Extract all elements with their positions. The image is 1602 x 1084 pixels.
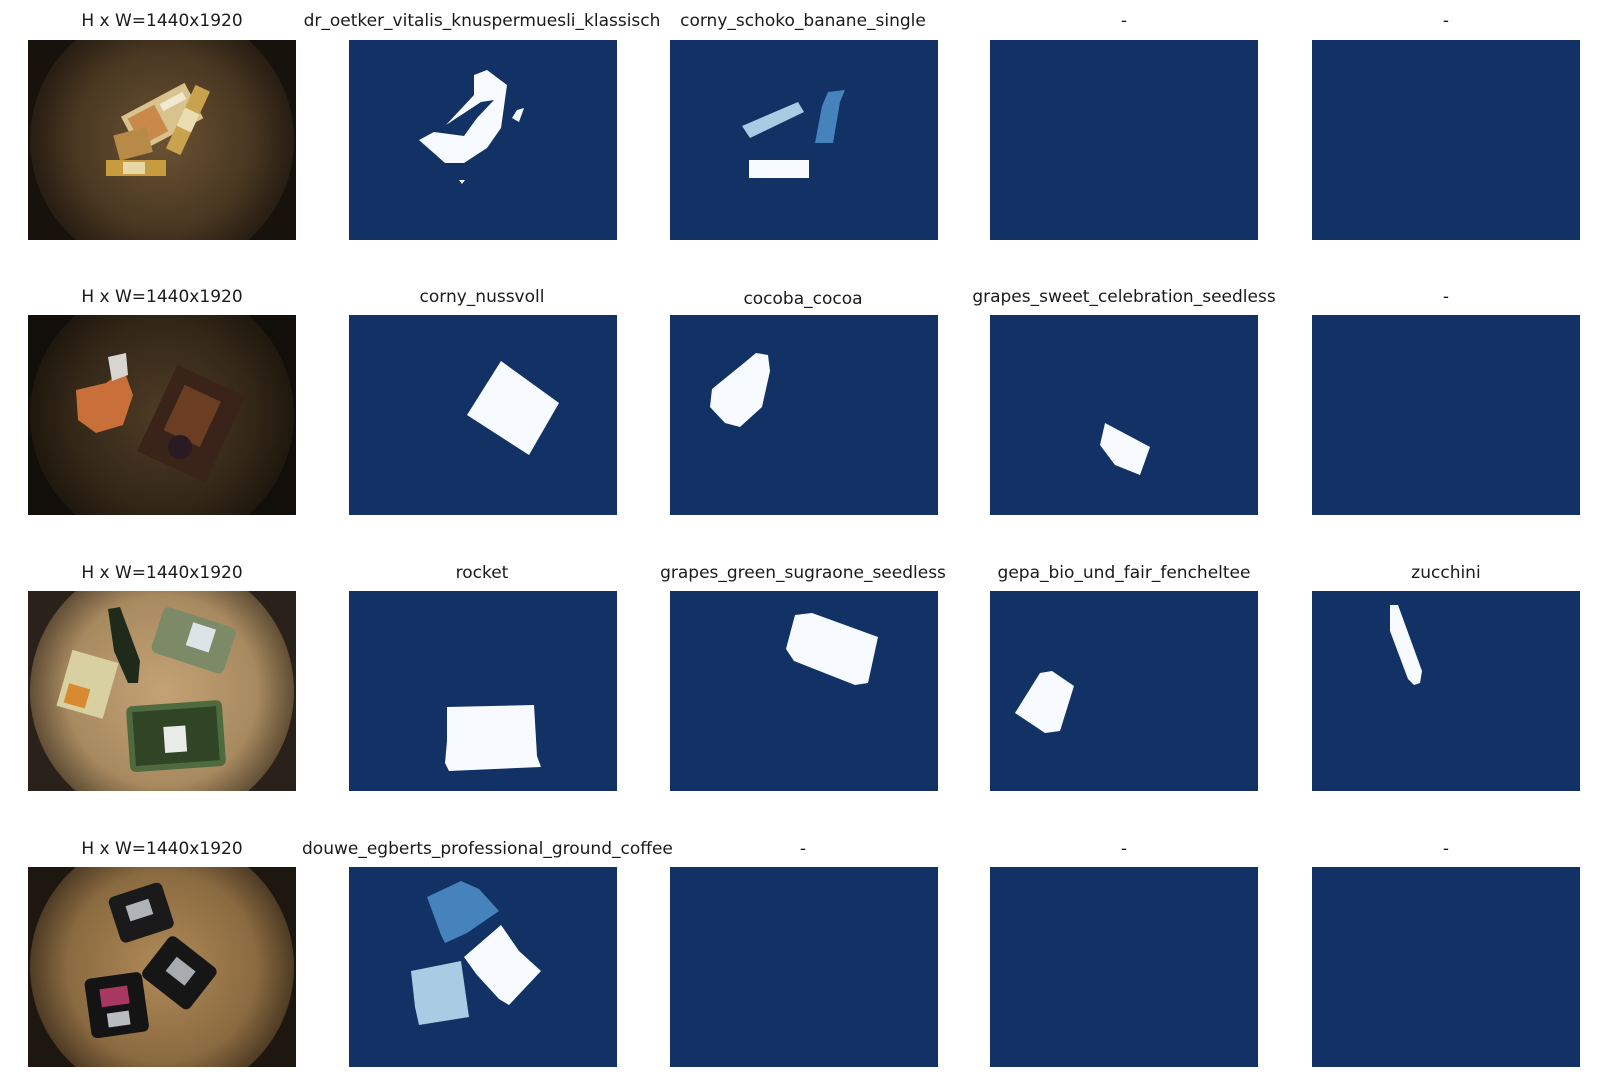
mask-label: grapes_sweet_celebration_seedless (972, 287, 1276, 307)
mask-panel (349, 867, 617, 1067)
mask-label: - (1442, 11, 1450, 31)
mask-label: - (1120, 839, 1128, 859)
mask-label: dr_oetker_vitalis_knuspermuesli_klassisc… (303, 11, 661, 31)
mask-label: - (1442, 287, 1450, 307)
mask-label: - (1442, 839, 1450, 859)
mask-label: corny_schoko_banane_single (680, 11, 926, 31)
mask-panel (670, 591, 938, 791)
mask-panel (1312, 867, 1580, 1067)
mask-panel (990, 591, 1258, 791)
image-size-title: H x W=1440x1920 (81, 839, 243, 859)
mask-panel (1312, 315, 1580, 515)
photo-snack-bars (28, 40, 296, 240)
mask-label: grapes_green_sugraone_seedless (660, 563, 946, 583)
mask-panel (990, 40, 1258, 240)
mask-label: gepa_bio_und_fair_fencheltee (997, 563, 1251, 583)
photo-nut-bar-cocoa-grapes (28, 315, 296, 515)
mask-label: cocoba_cocoa (743, 289, 863, 309)
mask-panel (349, 315, 617, 515)
mask-panel (1312, 40, 1580, 240)
photo-coffee-packs (28, 867, 296, 1067)
image-size-title: H x W=1440x1920 (81, 287, 243, 307)
mask-label: corny_nussvoll (419, 287, 545, 307)
mask-panel (670, 40, 938, 240)
mask-label: rocket (455, 563, 509, 583)
mask-label: - (799, 839, 807, 859)
mask-panel (349, 40, 617, 240)
mask-panel (349, 591, 617, 791)
mask-panel (1312, 591, 1580, 791)
photo-vegetables (28, 591, 296, 791)
mask-panel (670, 867, 938, 1067)
image-size-title: H x W=1440x1920 (81, 11, 243, 31)
mask-label: zucchini (1411, 563, 1481, 583)
mask-label: douwe_egberts_professional_ground_coffee (302, 839, 673, 859)
mask-panel (670, 315, 938, 515)
image-size-title: H x W=1440x1920 (81, 563, 243, 583)
mask-panel (990, 315, 1258, 515)
mask-label: - (1120, 11, 1128, 31)
mask-panel (990, 867, 1258, 1067)
